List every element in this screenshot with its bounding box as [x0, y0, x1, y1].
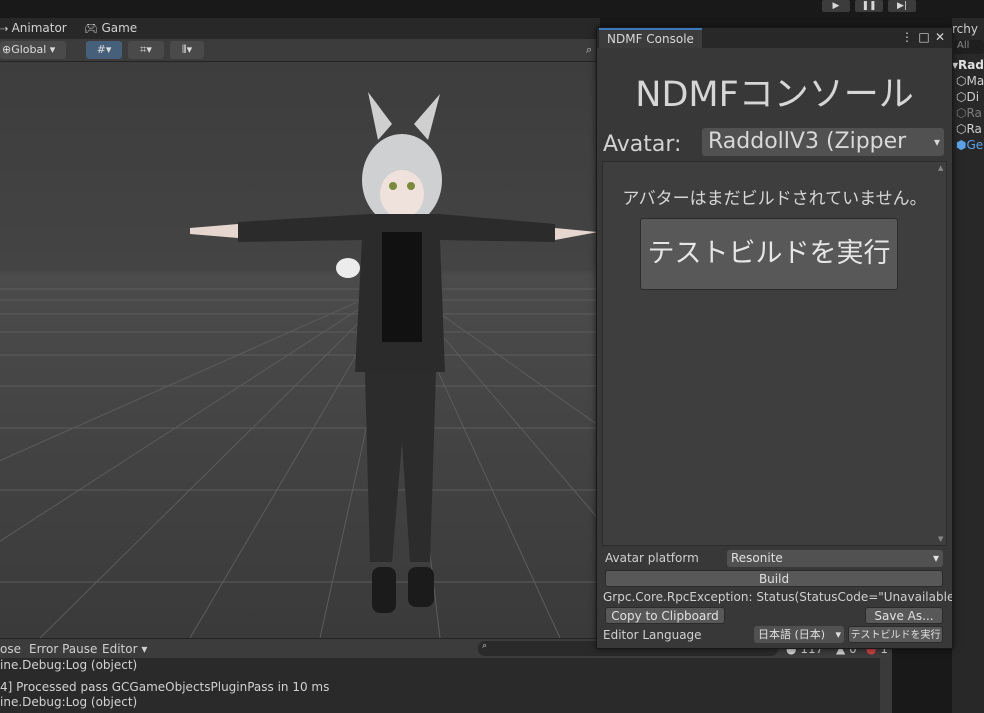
pivot-mode-dropdown[interactable]: ⊕Global ▾ — [0, 41, 66, 59]
scroll-down-icon[interactable]: ▼ — [938, 535, 943, 543]
content-scrollbar[interactable]: ▲ ▼ — [936, 162, 946, 545]
chevron-down-icon: ▾ — [933, 135, 940, 149]
language-label: Editor Language — [603, 628, 702, 642]
editor-dropdown[interactable]: Editor ▾ — [102, 642, 147, 656]
hierarchy-title: rchy — [952, 22, 978, 36]
pause-icon[interactable]: ❚❚ — [855, 0, 883, 12]
scene-grid — [0, 92, 596, 638]
cube-icon: ⬡ — [956, 106, 967, 120]
gamepad-icon: 🎮︎ — [84, 22, 102, 35]
log-line[interactable]: 4] Processed pass GCGameObjectsPluginPas… — [0, 680, 329, 694]
hierarchy-panel: rchy All ▾Radl ⬡Ma ⬡Di ⬡Ra ⬡Ra ⬢Ge — [952, 18, 984, 713]
tab-game[interactable]: 🎮︎ Game — [84, 18, 137, 39]
tab-animator[interactable]: ⇢ Animator — [0, 18, 67, 39]
chevron-down-icon: ▾ — [932, 551, 939, 565]
log-line[interactable]: ine.Debug:Log (object) — [0, 658, 137, 672]
hierarchy-item[interactable]: ⬡Ra — [956, 106, 982, 120]
editor-tabstrip: ⇢ Animator 🎮︎ Game — [0, 18, 600, 40]
hierarchy-item[interactable]: ⬡Ma — [956, 74, 984, 88]
snap-icon: ⌗▾ — [140, 43, 152, 56]
platform-dropdown[interactable]: Resonite ▾ — [727, 550, 943, 567]
maximize-icon[interactable]: □ — [917, 29, 931, 45]
ruler-icon: ⦀▾ — [181, 43, 193, 56]
hierarchy-item[interactable]: ⬢Ge — [956, 138, 983, 152]
grid-icon: #▾ — [96, 43, 112, 56]
cube-icon: ⬡ — [956, 90, 967, 104]
test-build-button[interactable]: テストビルドを実行 — [640, 218, 898, 290]
step-icon[interactable]: ▶| — [888, 0, 916, 12]
avatar-select[interactable]: RaddollV3 (Zipper ▾ — [702, 128, 944, 156]
cube-icon: ⬢ — [956, 138, 967, 152]
animator-icon: ⇢ — [0, 24, 12, 35]
log-line[interactable]: ine.Debug:Log (object) — [0, 695, 137, 709]
hierarchy-item[interactable]: ⬡Di — [956, 90, 979, 104]
error-pause-button[interactable]: Error Pause — [29, 642, 97, 656]
ndmf-tabbar: NDMF Console ⋮ □ ✕ — [597, 28, 952, 48]
kebab-menu-icon[interactable]: ⋮ — [900, 29, 914, 45]
console-scrollbar[interactable] — [880, 658, 892, 713]
play-icon[interactable]: ▶ — [822, 0, 850, 12]
small-test-build-button[interactable]: テストビルドを実行 — [848, 626, 943, 643]
hierarchy-search-input[interactable]: All — [954, 40, 984, 54]
scene-view[interactable] — [0, 62, 596, 638]
build-button[interactable]: Build — [605, 570, 943, 587]
snap-increment-button[interactable]: ⌗▾ — [128, 41, 164, 59]
top-playbar: ▶ ❚❚ ▶| — [0, 0, 984, 18]
search-icon: ⌕ — [482, 641, 488, 651]
hierarchy-item[interactable]: ▾Radl — [952, 58, 984, 72]
cube-icon: ⬡ — [956, 74, 967, 88]
console-log[interactable]: ine.Debug:Log (object) 4] Processed pass… — [0, 658, 892, 713]
ndmf-content-panel: アバターはまだビルドされていません。 テストビルドを実行 ▲ ▼ — [602, 161, 947, 546]
hierarchy-item[interactable]: ⬡Ra — [956, 122, 982, 136]
cube-icon: ⬡ — [956, 122, 967, 136]
search-icon[interactable]: ⌕ — [586, 43, 592, 57]
save-as-button[interactable]: Save As... — [865, 607, 943, 624]
avatar-label: Avatar: — [603, 132, 682, 157]
globe-icon: ⊕ — [2, 43, 12, 56]
language-dropdown[interactable]: 日本語 (日本) ▾ — [754, 626, 844, 643]
not-built-message: アバターはまだビルドされていません。 — [622, 189, 927, 209]
chevron-down-icon: ▾ — [835, 628, 841, 641]
scene-toolbar: ⊕Global ▾ #▾ ⌗▾ ⦀▾ ⌕ — [0, 39, 600, 62]
ndmf-console-window: NDMF Console ⋮ □ ✕ NDMFコンソール Avatar: Rad… — [596, 27, 953, 649]
status-text: Grpc.Core.RpcException: Status(StatusCod… — [603, 590, 952, 604]
scroll-up-icon[interactable]: ▲ — [938, 164, 943, 172]
grid-snap-button[interactable]: #▾ — [86, 41, 122, 59]
close-icon[interactable]: ✕ — [933, 29, 947, 45]
ndmf-title: NDMFコンソール — [635, 75, 914, 115]
gizmo-toggle-button[interactable]: ⦀▾ — [170, 41, 204, 59]
tab-ndmf-console[interactable]: NDMF Console — [599, 28, 702, 48]
collapse-button[interactable]: ose — [0, 642, 21, 656]
copy-to-clipboard-button[interactable]: Copy to Clipboard — [605, 607, 725, 624]
platform-label: Avatar platform — [605, 551, 699, 565]
